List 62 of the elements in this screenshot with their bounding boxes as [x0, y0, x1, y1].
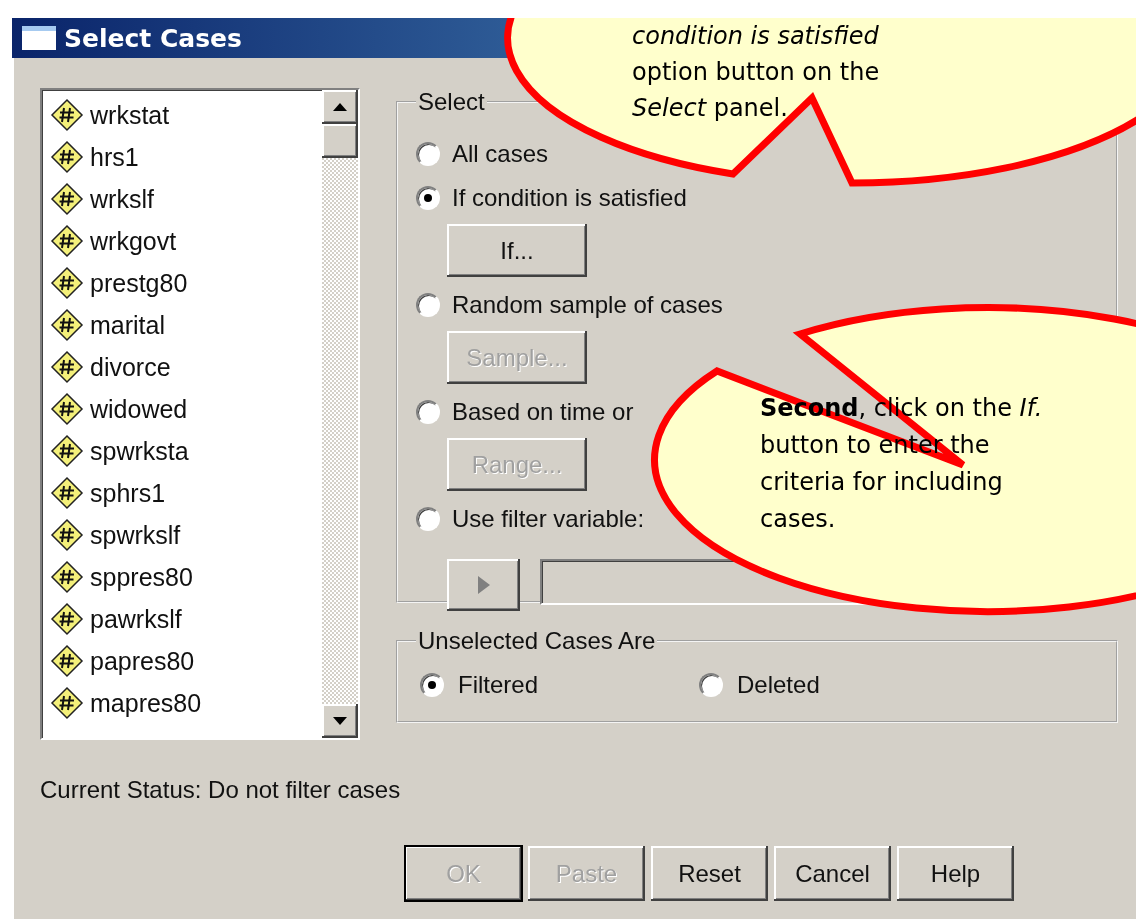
window-title: Select Cases	[64, 23, 242, 53]
variable-item[interactable]: wrkstat	[42, 94, 322, 136]
radio-label[interactable]: Deleted	[737, 671, 820, 699]
window-icon	[22, 26, 56, 50]
scroll-thumb[interactable]	[322, 124, 358, 158]
numeric-variable-icon	[50, 182, 84, 216]
radio-label[interactable]: If condition is satisfied	[452, 184, 687, 212]
numeric-variable-icon	[50, 560, 84, 594]
variable-item[interactable]: wrkslf	[42, 178, 322, 220]
dialog-button[interactable]: Help	[897, 846, 1014, 901]
arrow-icon	[477, 576, 490, 594]
numeric-variable-icon	[50, 686, 84, 720]
variable-item[interactable]: wrkgovt	[42, 220, 322, 262]
group-title: Select	[417, 88, 486, 116]
variable-item[interactable]: pawrkslf	[42, 598, 322, 640]
radio-label[interactable]: All cases	[452, 140, 549, 168]
down-arrow-icon	[333, 717, 347, 725]
numeric-variable-icon	[50, 140, 84, 174]
numeric-variable-icon	[50, 350, 84, 384]
numeric-variable-icon	[50, 224, 84, 258]
radio-button[interactable]	[416, 142, 440, 166]
variable-item[interactable]: widowed	[42, 388, 322, 430]
radio-button[interactable]	[416, 507, 440, 531]
radio-button-selected[interactable]	[420, 673, 444, 697]
radio-label[interactable]: Based on time or	[452, 398, 634, 426]
variable-item[interactable]: spwrksta	[42, 430, 322, 472]
dialog-button[interactable]: Reset	[651, 846, 768, 901]
variable-item[interactable]: papres80	[42, 640, 322, 682]
variable-item[interactable]: divorce	[42, 346, 322, 388]
callout-tooltip-text: condition is satisfied option button on the Select panel.	[632, 21, 880, 124]
numeric-variable-icon	[50, 308, 84, 342]
numeric-variable-icon	[50, 518, 84, 552]
status-text: Current Status: Do not filter cases	[40, 776, 402, 804]
variable-item[interactable]: marital	[42, 304, 322, 346]
variable-item[interactable]: sphrs1	[42, 472, 322, 514]
variable-item[interactable]: spwrkslf	[42, 514, 322, 556]
numeric-variable-icon	[50, 602, 84, 636]
variable-item[interactable]: mapres80	[42, 682, 322, 724]
numeric-variable-icon	[50, 434, 84, 468]
numeric-variable-icon	[50, 98, 84, 132]
radio-button-selected[interactable]	[416, 186, 440, 210]
variable-item[interactable]: sppres80	[42, 556, 322, 598]
variable-item[interactable]: hrs1	[42, 136, 322, 178]
radio-label[interactable]: Filtered	[458, 671, 539, 699]
group-title: Unselected Cases Are	[417, 627, 657, 655]
radio-button[interactable]	[416, 400, 440, 424]
radio-label[interactable]: Random sample of cases	[452, 291, 723, 319]
radio-button[interactable]	[416, 293, 440, 317]
radio-button[interactable]	[699, 673, 723, 697]
radio-label[interactable]: Use filter variable:	[452, 505, 645, 533]
scroll-down-button[interactable]	[322, 704, 358, 738]
up-arrow-icon	[333, 103, 347, 111]
numeric-variable-icon	[50, 644, 84, 678]
scroll-up-button[interactable]	[322, 90, 358, 124]
move-variable-button[interactable]	[447, 559, 520, 611]
variable-item[interactable]: prestg80	[42, 262, 322, 304]
numeric-variable-icon	[50, 266, 84, 300]
dialog-button[interactable]: Cancel	[774, 846, 891, 901]
option-button[interactable]: If...	[447, 224, 587, 277]
numeric-variable-icon	[50, 392, 84, 426]
numeric-variable-icon	[50, 476, 84, 510]
scrollbar[interactable]	[322, 90, 358, 738]
